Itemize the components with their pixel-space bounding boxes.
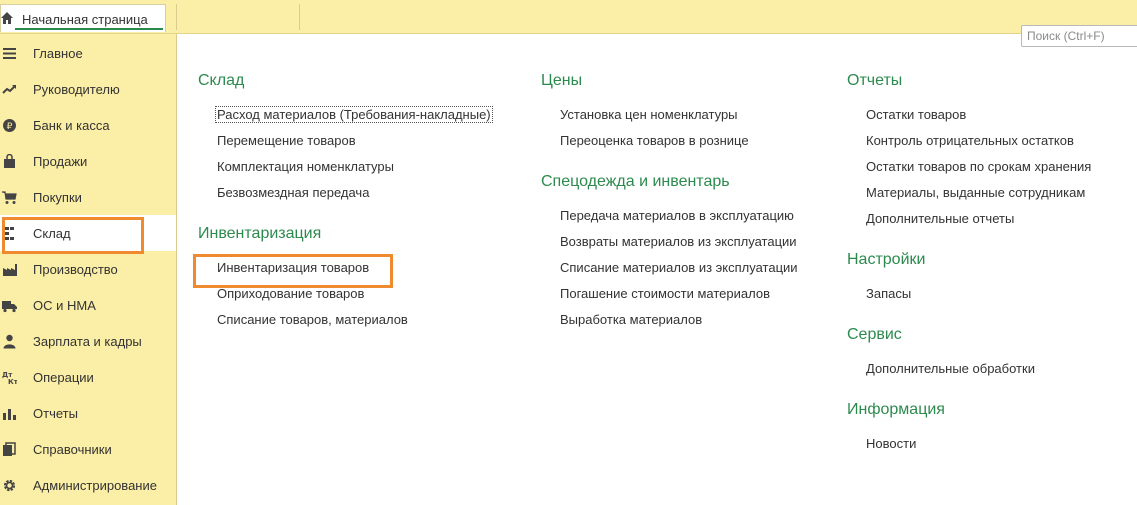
factory-icon xyxy=(3,264,17,276)
sidebar-item-label: Главное xyxy=(33,46,83,61)
sidebar-item-glavnoe[interactable]: Главное xyxy=(0,35,176,71)
sidebar-item-pokupki[interactable]: Покупки xyxy=(0,179,176,215)
sidebar-item-label: Руководителю xyxy=(33,82,120,97)
link-materialy-sotrudnikam[interactable]: Материалы, выданные сотрудникам xyxy=(866,185,1085,200)
sidebar-item-label: Банк и касса xyxy=(33,118,110,133)
link-vozvraty-materialov[interactable]: Возвраты материалов из эксплуатации xyxy=(560,234,797,249)
sidebar-item-label: Производство xyxy=(33,262,118,277)
sidebar-item-label: Операции xyxy=(33,370,94,385)
section-title-service: Сервис xyxy=(847,326,902,343)
link-pogashenie[interactable]: Погашение стоимости материалов xyxy=(560,286,770,301)
sidebar-item-zarplata[interactable]: Зарплата и кадры xyxy=(0,323,176,359)
sidebar-item-prodazhi[interactable]: Продажи xyxy=(0,143,176,179)
sidebar-item-label: Администрирование xyxy=(33,478,157,493)
dt-kt-icon: ДтКт xyxy=(2,371,17,385)
section-title-workwear: Спецодежда и инвентарь xyxy=(541,173,730,190)
sidebar: Главное Руководителю ₽ Банк и касса Прод… xyxy=(0,34,177,505)
link-ustanovka-cen[interactable]: Установка цен номенклатуры xyxy=(560,107,738,122)
shopping-bag-icon xyxy=(4,154,15,168)
cart-icon xyxy=(2,191,17,204)
tab-divider xyxy=(176,4,177,30)
sidebar-item-label: Продажи xyxy=(33,154,88,169)
link-spisanie-tovarov[interactable]: Списание товаров, материалов xyxy=(217,312,408,327)
sidebar-item-os-nma[interactable]: ОС и НМА xyxy=(0,287,176,323)
sidebar-item-proizvodstvo[interactable]: Производство xyxy=(0,251,176,287)
link-spisanie-materialov[interactable]: Списание материалов из эксплуатации xyxy=(560,260,798,275)
link-dop-obrabotki[interactable]: Дополнительные обработки xyxy=(866,361,1035,376)
svg-text:₽: ₽ xyxy=(7,122,13,132)
link-peremeschenie[interactable]: Перемещение товаров xyxy=(217,133,356,148)
active-tab-underline xyxy=(15,28,163,30)
menu-icon xyxy=(3,48,16,59)
link-pereocenka[interactable]: Переоценка товаров в рознице xyxy=(560,133,749,148)
link-vyrabotka[interactable]: Выработка материалов xyxy=(560,312,702,327)
ruble-coin-icon: ₽ xyxy=(3,119,16,132)
link-dop-otchety[interactable]: Дополнительные отчеты xyxy=(866,211,1014,226)
section-title-reports: Отчеты xyxy=(847,72,903,89)
trend-icon xyxy=(2,85,16,94)
link-bezvozmezdnaya[interactable]: Безвозмездная передача xyxy=(217,185,369,200)
link-oprihodovanie[interactable]: Оприходование товаров xyxy=(217,286,364,301)
sidebar-item-operacii[interactable]: Дт Кт Операции xyxy=(0,359,176,395)
link-peredacha-materialov[interactable]: Передача материалов в эксплуатацию xyxy=(560,208,794,223)
svg-text:Кт: Кт xyxy=(8,378,17,385)
sidebar-item-administrirovanie[interactable]: Администрирование xyxy=(0,467,176,503)
truck-icon xyxy=(2,301,17,313)
sidebar-item-bank[interactable]: ₽ Банк и касса xyxy=(0,107,176,143)
link-novosti[interactable]: Новости xyxy=(866,436,916,451)
section-title-info: Информация xyxy=(847,401,945,418)
sidebar-item-label: Отчеты xyxy=(33,406,78,421)
link-ostatki-po-srokam[interactable]: Остатки товаров по срокам хранения xyxy=(866,159,1091,174)
link-kontrol-ostatkov[interactable]: Контроль отрицательных остатков xyxy=(866,133,1074,148)
link-komplektaciya[interactable]: Комплектация номенклатуры xyxy=(217,159,394,174)
home-tab[interactable]: Начальная страница xyxy=(0,4,166,32)
sidebar-item-otchety[interactable]: Отчеты xyxy=(0,395,176,431)
home-icon xyxy=(1,12,13,24)
sidebar-item-rukovoditelyu[interactable]: Руководителю xyxy=(0,71,176,107)
section-title-sklad: Склад xyxy=(198,72,245,89)
link-ostatki-tovarov[interactable]: Остатки товаров xyxy=(866,107,966,122)
sidebar-item-label: Справочники xyxy=(33,442,112,457)
sidebar-item-spravochniki[interactable]: Справочники xyxy=(0,431,176,467)
tab-divider xyxy=(299,4,300,30)
sidebar-item-label: Покупки xyxy=(33,190,82,205)
highlight-frame-sklad xyxy=(2,217,144,254)
link-zapasy[interactable]: Запасы xyxy=(866,286,911,301)
section-title-settings: Настройки xyxy=(847,251,926,268)
section-title-inventory: Инвентаризация xyxy=(198,225,322,242)
gear-icon xyxy=(3,479,16,492)
books-icon xyxy=(3,442,16,456)
link-label: Расход материалов (Требования-накладные) xyxy=(215,106,493,123)
top-tab-bar: Начальная страница xyxy=(0,0,1137,34)
link-rashod-materialov[interactable]: Расход материалов (Требования-накладные) xyxy=(215,106,493,123)
sidebar-item-label: Зарплата и кадры xyxy=(33,334,142,349)
home-tab-label: Начальная страница xyxy=(22,12,148,27)
person-icon xyxy=(3,334,16,349)
section-title-prices: Цены xyxy=(541,72,583,89)
bar-chart-icon xyxy=(3,409,16,420)
search-input[interactable] xyxy=(1021,25,1137,47)
sidebar-item-label: ОС и НМА xyxy=(33,298,96,313)
highlight-frame-inventory xyxy=(193,254,393,288)
